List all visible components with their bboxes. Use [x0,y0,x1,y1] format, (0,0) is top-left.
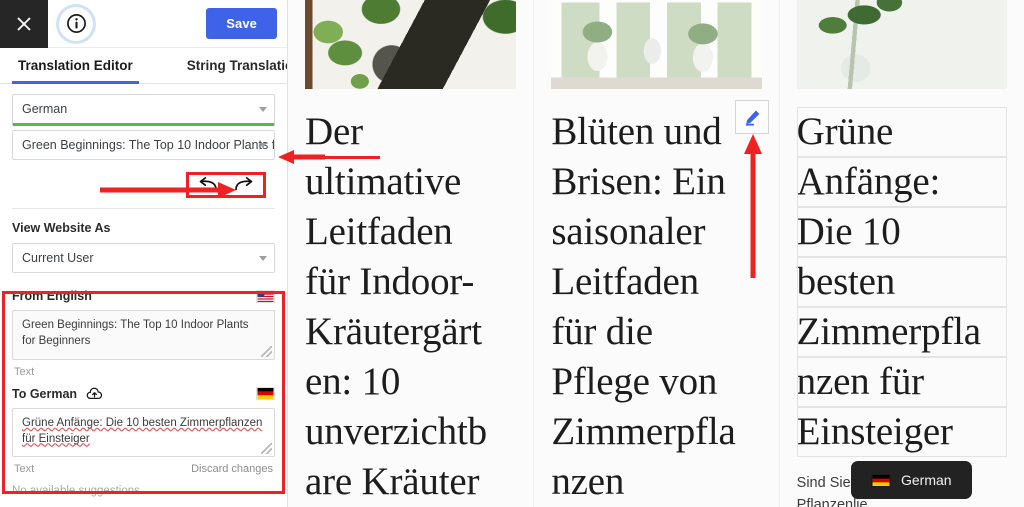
preview-card-1: Der ultimative Leitfaden für Indoor- Krä… [288,0,534,507]
card-1-title[interactable]: Der ultimative Leitfaden für Indoor- Krä… [305,107,516,507]
close-icon[interactable] [0,0,48,48]
save-button[interactable]: Save [206,8,277,39]
title-line: Kräutergärt [305,310,482,353]
page-select[interactable]: Green Beginnings: The Top 10 Indoor Plan… [12,130,275,160]
de-flag-icon [871,473,891,487]
annotation-underline [288,156,380,159]
resize-grip-icon[interactable] [261,345,272,357]
title-line: nzen [551,460,625,503]
language-badge-tooltip: German [851,461,972,499]
view-website-as-label: View Website As [12,221,111,235]
source-meta-row: Text [12,360,275,378]
title-line: besten [796,257,1007,307]
title-line: für die [551,310,653,353]
target-meta-row: Text Discard changes [12,457,275,475]
target-label-group: To German [12,387,103,401]
tab-string-translation[interactable]: String Translation [181,48,287,83]
herb-garden-photo [305,0,517,89]
source-header: From English [12,289,275,303]
undo-redo-group [186,172,266,198]
undo-redo-row [12,172,275,198]
app-screen: Save Translation Editor String Translati… [0,0,1024,507]
us-flag-icon [256,289,275,303]
translation-editor-panel: Save Translation Editor String Translati… [0,0,288,507]
title-line: nzen für [796,357,1007,407]
window-flowers-photo-image [551,0,762,89]
title-line: Die 10 [796,207,1007,257]
discard-changes-link[interactable]: Discard changes [191,463,273,475]
target-label: To German [12,386,78,401]
divider [12,208,275,209]
title-line: Der [305,110,363,153]
title-line: en: 10 [305,360,401,403]
source-text: Green Beginnings: The Top 10 Indoor Plan… [22,319,249,347]
target-textarea[interactable]: Grüne Anfänge: Die 10 besten Zimmerpflan… [12,407,275,458]
title-line: Pflege von [551,360,718,403]
de-flag-icon [256,387,275,401]
language-select[interactable]: German [12,94,275,126]
target-meta-type: Text [14,463,35,476]
redo-icon[interactable] [233,177,255,193]
view-as-select[interactable]: Current User [12,243,275,273]
selectors-section: German Green Beginnings: The Top 10 Indo… [0,84,287,273]
source-meta-type: Text [14,365,35,378]
source-label: From English [12,289,92,303]
herb-garden-photo-image [305,0,517,89]
site-preview: Der ultimative Leitfaden für Indoor- Krä… [288,0,1024,507]
page-select-value: Green Beginnings: The Top 10 Indoor Plan… [22,138,275,152]
title-line: unverzichtb [305,410,487,453]
target-text: Grüne Anfänge: Die 10 besten Zimmerpflan… [22,416,263,445]
pencil-edit-icon[interactable] [735,100,769,134]
title-line: saisonaler [551,210,706,253]
title-line: Einsteiger [796,407,1007,457]
chevron-down-icon [259,143,267,148]
title-line: Leitfaden [551,260,699,303]
editor-tabs: Translation Editor String Translation [0,48,287,84]
title-line: are Kräuter [305,460,480,503]
language-badge-label: German [901,472,952,488]
title-line: Blüten und [551,110,722,153]
undo-icon[interactable] [197,177,219,193]
editor-body: German Green Beginnings: The Top 10 Indo… [0,84,287,497]
chevron-down-icon [259,256,267,261]
title-line: Anfänge: [796,157,1007,207]
title-line: ultimative [305,160,462,203]
title-line: Grüne [796,107,1007,157]
info-icon[interactable] [59,7,93,41]
preview-card-2: Blüten und Brisen: Ein saisonaler Leitfa… [533,0,779,507]
window-flowers-photo [551,0,762,89]
no-suggestions-text: No available suggestions [12,485,140,498]
chevron-down-icon [259,107,267,112]
target-header: To German [12,387,275,401]
language-select-value: German [22,102,68,116]
title-line: Leitfaden [305,210,453,253]
resize-grip-icon[interactable] [261,443,272,455]
cloud-upload-icon[interactable] [86,387,103,401]
card-2-title[interactable]: Blüten und Brisen: Ein saisonaler Leitfa… [551,107,761,507]
preview-card-3: Grüne Anfänge: Die 10 besten Zimmerpfla … [778,0,1024,507]
view-as-value: Current User [22,251,94,265]
tab-translation-editor[interactable]: Translation Editor [12,48,139,84]
title-line: Brisen: Ein [551,160,726,203]
card-3-title[interactable]: Grüne Anfänge: Die 10 besten Zimmerpfla … [796,107,1007,457]
leaf-in-vase-photo [796,0,1007,89]
translation-pair: From English Green Beginnings: The Top 1… [0,289,287,475]
title-line: Zimmerpfla [551,410,736,453]
editor-topbar: Save [0,0,287,48]
leaf-in-vase-photo-image [796,0,1007,89]
title-line: für Indoor- [305,260,475,303]
source-textarea[interactable]: Green Beginnings: The Top 10 Indoor Plan… [12,310,275,360]
title-line: Zimmerpfla [796,307,1007,357]
